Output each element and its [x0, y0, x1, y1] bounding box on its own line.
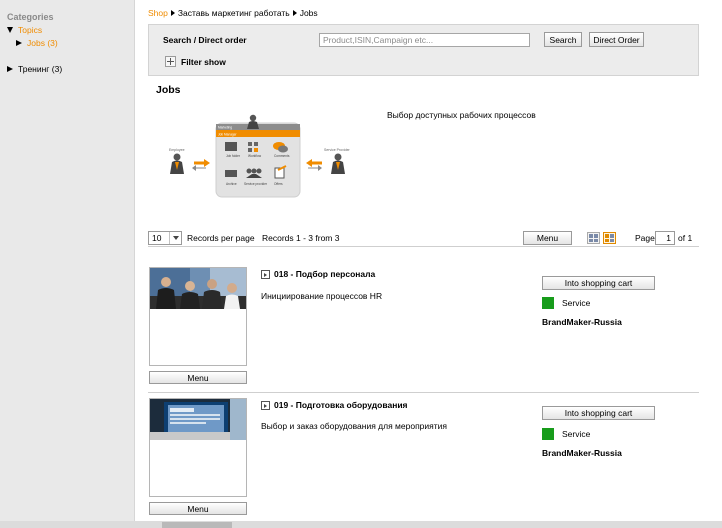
expanded-triangle-icon[interactable]: [7, 27, 13, 33]
add-to-cart-button[interactable]: Into shopping cart: [542, 276, 655, 290]
record-thumbnail[interactable]: [149, 398, 247, 497]
divider: [148, 392, 699, 393]
page-number-input[interactable]: 1: [655, 231, 675, 245]
records-per-page-label: Records per page: [187, 233, 255, 243]
job-manager-box: Job folder Workflow Comments Archive Ser…: [216, 115, 300, 197]
svg-text:Archive: Archive: [226, 182, 237, 186]
record-title[interactable]: 019 - Подготовка оборудования: [261, 400, 408, 410]
sidebar-item-label[interactable]: Jobs (3): [27, 38, 58, 48]
breadcrumb-current: Jobs: [300, 8, 318, 18]
record-description: Инициирование процессов HR: [261, 291, 382, 301]
sidebar-item-jobs[interactable]: Jobs (3): [16, 38, 58, 48]
job-manager-diagram: Job folder Workflow Comments Archive Ser…: [166, 112, 362, 200]
list-menu-button[interactable]: Menu: [523, 231, 572, 245]
filter-toggle[interactable]: Filter show: [165, 56, 226, 67]
sidebar-item-label[interactable]: Тренинг (3): [18, 64, 62, 74]
collapsed-triangle-icon[interactable]: [7, 66, 13, 72]
sidebar: Categories Topics Jobs (3) Тренинг (3): [0, 0, 135, 522]
provider-name: BrandMaker-Russia: [542, 448, 622, 458]
service-type: Service: [542, 297, 590, 309]
monitor-image: [150, 399, 246, 440]
record-title-text[interactable]: 018 - Подбор персонала: [274, 269, 375, 279]
employee-figure-icon: [170, 154, 184, 175]
breadcrumb: Shop Заставь маркетинг работать Jobs: [148, 8, 318, 18]
svg-text:Comments: Comments: [274, 154, 290, 158]
record-title-text[interactable]: 019 - Подготовка оборудования: [274, 400, 408, 410]
svg-text:Workflow: Workflow: [248, 154, 262, 158]
page-total: of 1: [678, 233, 692, 243]
left-exchange-arrows-icon: [192, 159, 210, 171]
sidebar-item-training[interactable]: Тренинг (3): [7, 64, 62, 74]
sidebar-item-topics[interactable]: Topics: [7, 25, 42, 35]
svg-text:Service provider: Service provider: [244, 182, 268, 186]
add-to-cart-button[interactable]: Into shopping cart: [542, 406, 655, 420]
plus-icon[interactable]: [165, 56, 176, 67]
records-per-page-select[interactable]: 10: [148, 231, 182, 245]
service-label: Service: [562, 429, 590, 439]
service-status-icon: [542, 297, 554, 309]
chevron-down-icon[interactable]: [169, 232, 181, 244]
record-description: Выбор и заказ оборудования для мероприят…: [261, 421, 447, 431]
list-item: Menu 018 - Подбор персонала Инициировани…: [148, 267, 699, 387]
provider-name: BrandMaker-Russia: [542, 317, 622, 327]
breadcrumb-shop-link[interactable]: Shop: [148, 8, 168, 18]
record-menu-button[interactable]: Menu: [149, 502, 247, 515]
service-status-icon: [542, 428, 554, 440]
records-count: Records 1 - 3 from 3: [262, 233, 339, 243]
office-meeting-image: [150, 268, 246, 309]
list-view-icon[interactable]: [603, 232, 616, 244]
service-label: Service: [562, 298, 590, 308]
record-title[interactable]: 018 - Подбор персонала: [261, 269, 375, 279]
collapsed-triangle-icon[interactable]: [16, 40, 22, 46]
categories-heading: Categories: [7, 12, 54, 22]
scrollbar-thumb[interactable]: [162, 522, 232, 528]
section-description: Выбор доступных рабочих процессов: [387, 110, 536, 120]
svg-text:Service Provider: Service Provider: [324, 148, 351, 152]
list-item: Menu 019 - Подготовка оборудования Выбор…: [148, 398, 699, 518]
search-input[interactable]: [319, 33, 530, 47]
svg-text:Marketing: Marketing: [218, 126, 232, 130]
svg-text:Job folder: Job folder: [226, 154, 241, 158]
pager-bar: 10 Records per page Records 1 - 3 from 3…: [148, 231, 699, 247]
svg-text:Employee: Employee: [169, 148, 185, 152]
svg-text:Job Manager: Job Manager: [218, 133, 238, 137]
search-button[interactable]: Search: [544, 32, 582, 47]
breadcrumb-arrow-icon: [171, 10, 175, 16]
svg-text:Offers: Offers: [274, 182, 283, 186]
search-panel: Search / Direct order Search Direct Orde…: [148, 24, 699, 76]
horizontal-scrollbar[interactable]: [0, 521, 722, 528]
diagram-svg: Job folder Workflow Comments Archive Ser…: [166, 112, 362, 200]
filter-label[interactable]: Filter show: [181, 57, 226, 67]
direct-order-button[interactable]: Direct Order: [589, 32, 644, 47]
breadcrumb-campaign-link[interactable]: Заставь маркетинг работать: [178, 8, 290, 18]
sidebar-item-label[interactable]: Topics: [18, 25, 42, 35]
document-icon: [261, 270, 270, 279]
page-title: Jobs: [156, 84, 181, 96]
service-provider-figure-icon: [331, 154, 345, 175]
divider: [148, 246, 699, 247]
record-menu-button[interactable]: Menu: [149, 371, 247, 384]
document-icon: [261, 401, 270, 410]
service-type: Service: [542, 428, 590, 440]
grid-view-icon[interactable]: [587, 232, 600, 244]
breadcrumb-arrow-icon: [293, 10, 297, 16]
page-label: Page: [635, 233, 655, 243]
record-thumbnail[interactable]: [149, 267, 247, 366]
right-exchange-arrows-icon: [306, 159, 322, 171]
search-label: Search / Direct order: [163, 35, 247, 45]
records-per-page-value[interactable]: 10: [149, 233, 169, 243]
